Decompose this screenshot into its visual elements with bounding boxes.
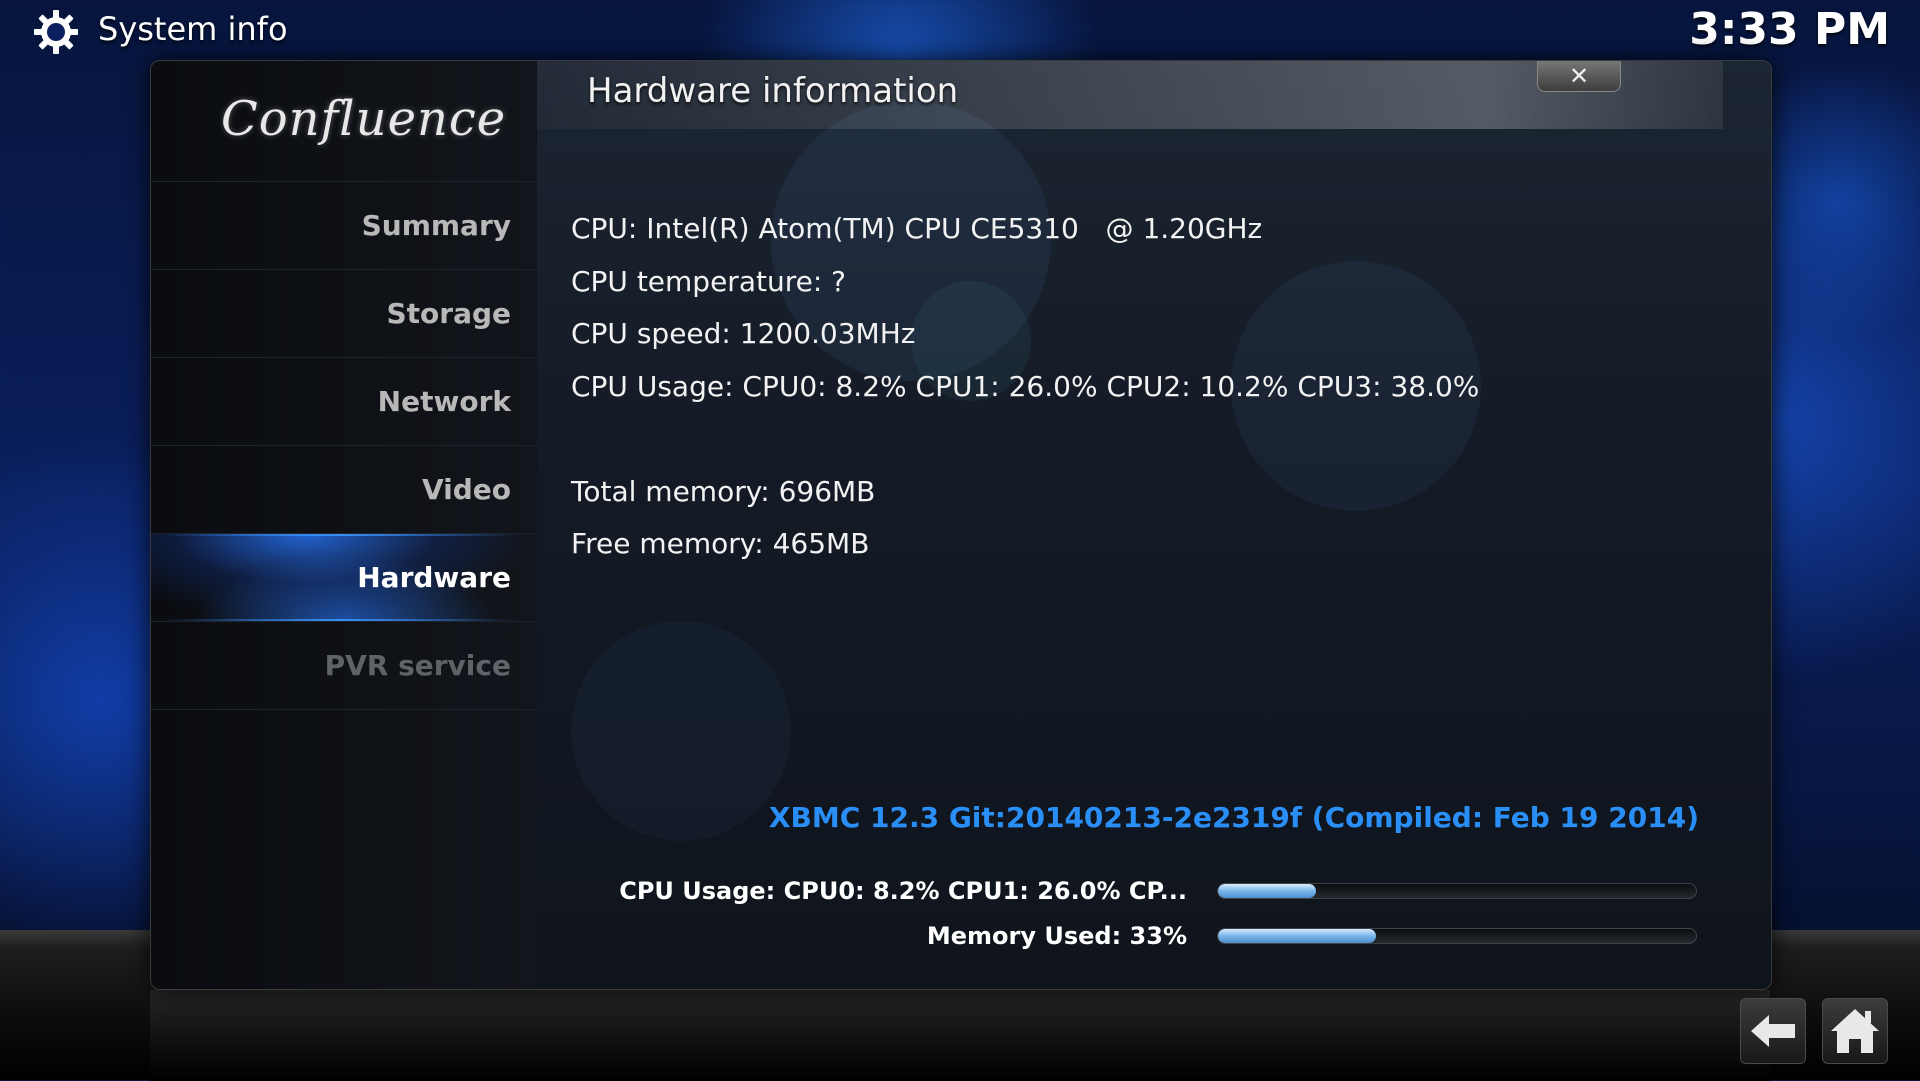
gear-icon [34, 10, 78, 54]
cpu-model: CPU: Intel(R) Atom(TM) CPU CE5310 @ 1.20… [571, 212, 1263, 245]
close-icon: ✕ [1568, 62, 1590, 90]
confluence-logo: Confluence [221, 91, 507, 147]
sidebar-item-hardware[interactable]: Hardware [151, 533, 537, 621]
memory-used-bar [1217, 928, 1697, 944]
free-memory: Free memory: 465MB [571, 527, 870, 560]
back-button[interactable] [1740, 998, 1806, 1064]
cpu-usage-stat: CPU Usage: CPU0: 8.2% CPU1: 26.0% CP... [537, 871, 1723, 911]
sidebar-item-video[interactable]: Video [151, 445, 537, 533]
home-button[interactable] [1822, 998, 1888, 1064]
total-memory: Total memory: 696MB [571, 474, 876, 508]
sidebar-menu: Summary Storage Network Video Hardware P… [151, 181, 537, 710]
system-info-dialog: Confluence Summary Storage Network Video… [150, 60, 1772, 990]
memory-used-stat: Memory Used: 33% [537, 916, 1723, 956]
cpu-usage-label: CPU Usage: CPU0: 8.2% CPU1: 26.0% CP... [619, 877, 1187, 905]
memory-used-label: Memory Used: 33% [926, 922, 1187, 950]
cpu-speed: CPU speed: 1200.03MHz [571, 317, 916, 350]
cpu-usage-bar [1217, 883, 1697, 899]
sidebar: Confluence Summary Storage Network Video… [151, 61, 537, 989]
top-bar: System info 3:33 PM [0, 0, 1920, 64]
sidebar-item-summary[interactable]: Summary [151, 181, 537, 269]
memory-used-bar-fill [1218, 929, 1376, 943]
sidebar-item-storage[interactable]: Storage [151, 269, 537, 357]
build-info: XBMC 12.3 Git:20140213-2e2319f (Compiled… [768, 801, 1699, 834]
cpu-usage-bar-fill [1218, 884, 1316, 898]
dialog-title: Hardware information [587, 71, 959, 111]
sidebar-item-pvr-service: PVR service [151, 621, 537, 709]
home-icon [1831, 1009, 1879, 1053]
floor-inner-panel [150, 990, 1770, 1081]
content-panel: Hardware information ✕ CPU: Intel(R) Ato… [537, 61, 1723, 989]
cpu-temperature: CPU temperature: ? [571, 264, 847, 298]
page-title: System info [98, 10, 288, 48]
cpu-usage: CPU Usage: CPU0: 8.2% CPU1: 26.0% CPU2: … [571, 369, 1480, 403]
clock: 3:33 PM [1689, 4, 1890, 55]
close-button[interactable]: ✕ [1537, 61, 1621, 92]
hardware-info-list: CPU: Intel(R) Atom(TM) CPU CE5310 @ 1.20… [571, 203, 1479, 571]
back-arrow-icon [1751, 1015, 1795, 1047]
sidebar-item-network[interactable]: Network [151, 357, 537, 445]
